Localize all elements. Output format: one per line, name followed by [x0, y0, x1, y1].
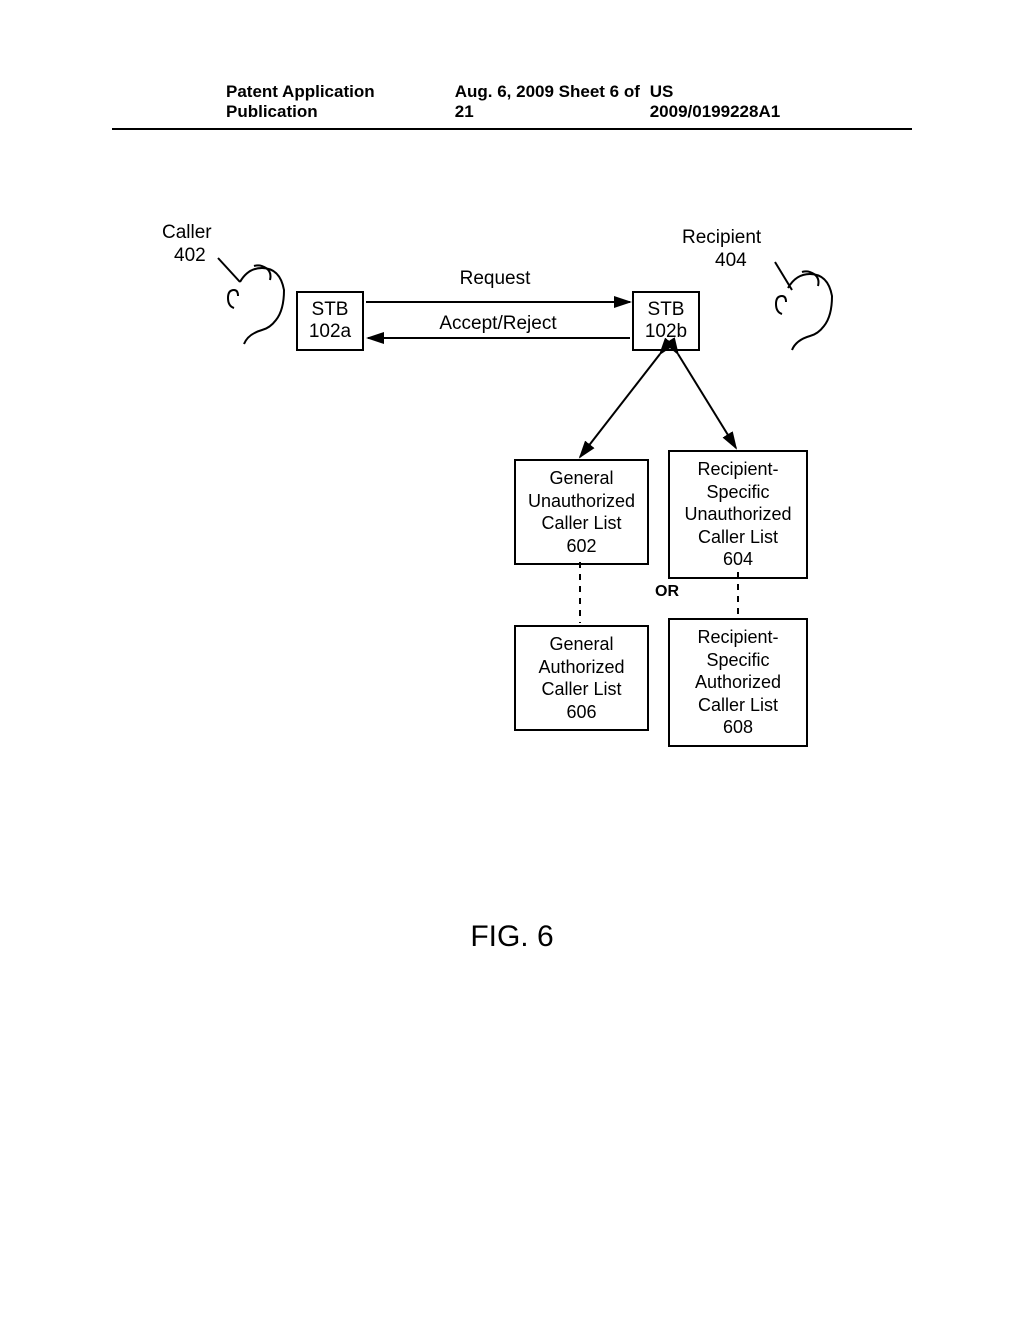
caller-label: Caller	[162, 222, 212, 244]
stb-right-box: STB 102b	[632, 291, 700, 351]
general-authorized-box: General Authorized Caller List 606	[514, 625, 649, 731]
ga-l2: Authorized	[522, 656, 641, 679]
ru-l3: Unauthorized	[676, 503, 800, 526]
ra-l2: Specific	[676, 649, 800, 672]
gu-l4: 602	[522, 535, 641, 558]
gu-l1: General	[522, 467, 641, 490]
stb-left-box: STB 102a	[296, 291, 364, 351]
ra-l4: Caller List	[676, 694, 800, 717]
header-right: US 2009/0199228A1	[650, 82, 798, 122]
ru-l4: Caller List	[676, 526, 800, 549]
general-unauthorized-box: General Unauthorized Caller List 602	[514, 459, 649, 565]
header-center: Aug. 6, 2009 Sheet 6 of 21	[455, 82, 650, 122]
figure-caption: FIG. 6	[0, 920, 1024, 954]
stb-left-line2: 102a	[306, 321, 354, 343]
page-header: Patent Application Publication Aug. 6, 2…	[112, 82, 912, 130]
ga-l4: 606	[522, 701, 641, 724]
ra-l5: 608	[676, 716, 800, 739]
caller-ref-number: 402	[174, 245, 206, 267]
or-label: OR	[655, 583, 679, 601]
stb-left-line1: STB	[306, 299, 354, 321]
ru-l5: 604	[676, 548, 800, 571]
ra-l1: Recipient-	[676, 626, 800, 649]
caller-head-icon	[228, 265, 284, 344]
recipient-ref-number: 404	[715, 250, 747, 272]
ga-l3: Caller List	[522, 678, 641, 701]
gu-l3: Caller List	[522, 512, 641, 535]
recipient-head-icon	[776, 271, 832, 350]
ga-l1: General	[522, 633, 641, 656]
stb-right-line2: 102b	[642, 321, 690, 343]
gu-l2: Unauthorized	[522, 490, 641, 513]
figure-diagram: Caller 402 Recipient 404 STB 102a STB 10…	[0, 150, 1024, 1050]
recipient-label: Recipient	[682, 227, 761, 249]
ru-l2: Specific	[676, 481, 800, 504]
ra-l3: Authorized	[676, 671, 800, 694]
recipient-authorized-box: Recipient- Specific Authorized Caller Li…	[668, 618, 808, 747]
header-left: Patent Application Publication	[226, 82, 455, 122]
recipient-unauthorized-box: Recipient- Specific Unauthorized Caller …	[668, 450, 808, 579]
ru-l1: Recipient-	[676, 458, 800, 481]
accept-reject-label: Accept/Reject	[388, 313, 608, 335]
stb-right-line1: STB	[642, 299, 690, 321]
request-label: Request	[405, 268, 585, 290]
